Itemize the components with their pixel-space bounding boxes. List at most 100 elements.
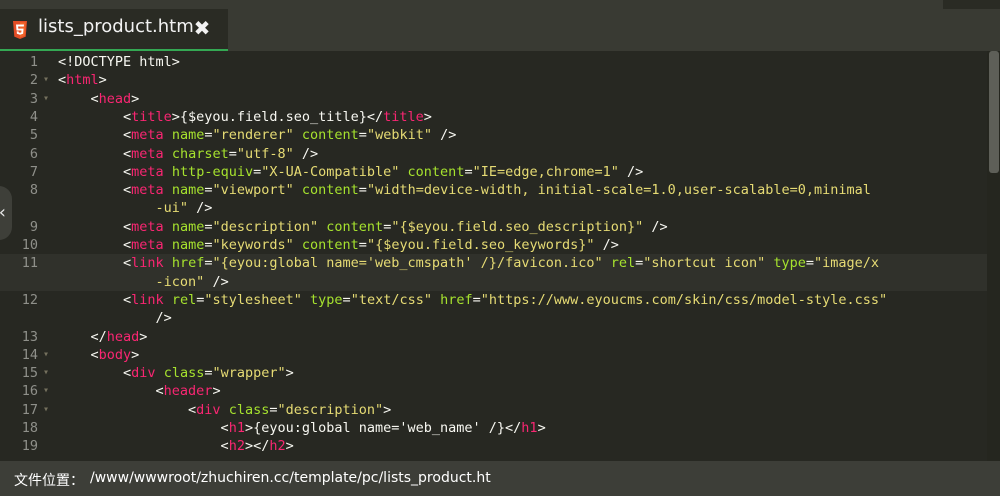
code-line[interactable]: 5 <meta name="renderer" content="webkit"… (0, 126, 987, 144)
fold-arrow-icon[interactable]: ▾ (40, 346, 52, 364)
code-line[interactable]: 8 <meta name="viewport" content="width=d… (0, 181, 987, 199)
code-token: < (58, 420, 229, 436)
code-line[interactable]: 10 <meta name="keywords" content="{$eyou… (0, 236, 987, 254)
fold-arrow-icon[interactable]: ▾ (40, 71, 52, 89)
code-text: <header> (58, 382, 221, 400)
code-token: < (58, 218, 132, 235)
code-line[interactable]: 9 <meta name="description" content="{$ey… (0, 218, 987, 236)
line-number: 7 (29, 163, 38, 180)
code-text: <div class="description"> (58, 401, 391, 419)
code-text: /> (58, 309, 172, 327)
code-line[interactable]: 15 ▾ <div class="wrapper"> (0, 364, 987, 382)
code-token: /> (188, 200, 213, 217)
code-token: /> (643, 218, 668, 235)
code-line[interactable]: 11 <link href = "{eyou:global name='web_cm… (0, 254, 987, 273)
file-location-label: 文件位置： (14, 473, 84, 489)
status-bar: 文件位置： /www/wwwroot/zhuchiren.cc/template… (0, 461, 1000, 496)
line-number: 4 (29, 108, 38, 125)
code-text: -ui" /> (58, 199, 213, 217)
code-token: content (326, 218, 384, 235)
code-token: < (58, 72, 67, 89)
code-token: "utf-8" (236, 145, 294, 162)
fold-arrow-icon[interactable]: ▾ (40, 382, 52, 400)
code-line[interactable]: 3 ▾ <head> (0, 90, 987, 108)
code-token: "description" (277, 401, 384, 418)
code-token: "https://www.eyoucms.com/skin/css/model-… (480, 291, 888, 308)
code-line-wrap[interactable]: -icon" /> (0, 272, 987, 291)
code-token: < (58, 90, 99, 107)
code-line-wrap[interactable]: -ui" /> (0, 199, 987, 217)
fold-arrow-icon[interactable]: ▾ (40, 90, 52, 108)
code-token: > (131, 346, 140, 363)
code-token: < (58, 383, 164, 400)
code-token: /> (431, 127, 457, 144)
code-token: < (58, 365, 132, 382)
code-token: name (171, 218, 205, 235)
code-token: /> (58, 310, 172, 327)
code-token: header (163, 383, 213, 400)
code-text: <meta http-equiv="X-UA-Compatible" conte… (58, 163, 643, 181)
close-icon[interactable]: ✖ (191, 15, 213, 41)
code-token: /> (618, 163, 644, 180)
code-token: charset (171, 145, 229, 162)
fold-arrow-icon[interactable]: ▾ (40, 401, 52, 419)
code-token: >{eyou:global name='web_name' /}</ (244, 420, 522, 436)
code-token: name (171, 182, 205, 199)
code-text: <h1>{eyou:global name='web_name' /}</h1> (58, 419, 546, 437)
chevron-left-icon[interactable]: ‹ (0, 186, 12, 240)
code-text: <body> (58, 346, 140, 364)
code-line[interactable]: 2 ▾ <html> (0, 71, 987, 89)
code-line-wrap[interactable]: /> (0, 309, 987, 327)
code-token: rel (171, 291, 197, 308)
code-line[interactable]: 7 <meta http-equiv="X-UA-Compatible" con… (0, 163, 987, 181)
code-line[interactable]: 6 <meta charset="utf-8" /> (0, 145, 987, 163)
code-token: "description" (212, 218, 319, 235)
code-line[interactable]: 13 </head> (0, 328, 987, 346)
code-token: head (106, 328, 140, 345)
code-token: /> (204, 273, 229, 290)
fold-arrow-icon[interactable]: ▾ (40, 364, 52, 382)
scrollbar-thumb[interactable] (989, 51, 999, 173)
code-token: <!DOCTYPE html> (58, 54, 180, 70)
code-token: class (163, 365, 205, 382)
vertical-scrollbar[interactable] (987, 51, 1000, 461)
tab-lists-product[interactable]: lists_product.htm ✖ (0, 9, 228, 51)
line-number: 15 (21, 365, 38, 382)
code-token: meta (131, 218, 164, 235)
code-token: class (228, 401, 270, 418)
code-token: "text/css" (350, 291, 432, 308)
code-token: http-equiv (171, 163, 254, 180)
code-editor[interactable]: 1 <!DOCTYPE html> 2 ▾ <html> 3 ▾ <head> 4 <titl… (0, 51, 1000, 461)
code-token: < (58, 291, 132, 308)
code-token: < (58, 163, 132, 180)
code-line[interactable]: 14 ▾ <body> (0, 346, 987, 364)
tab-title: lists_product.htm (38, 16, 194, 37)
code-text: <link href = "{eyou:global name='web_cmspa… (58, 254, 879, 272)
code-line[interactable]: 18 <h1>{eyou:global name='web_name' /}</… (0, 419, 987, 437)
code-line[interactable]: 17 ▾ <div class="description"> (0, 401, 987, 419)
code-token: < (58, 255, 132, 272)
code-line[interactable]: 1 <!DOCTYPE html> (0, 53, 987, 71)
code-token: meta (131, 237, 164, 253)
code-token: "shortcut icon" (643, 255, 766, 272)
code-token: -ui" (58, 200, 189, 217)
code-line[interactable]: 16 ▾ <header> (0, 382, 987, 400)
code-line[interactable]: 12 <link rel="stylesheet" type="text/css… (0, 291, 987, 309)
code-token: div (131, 365, 156, 382)
code-line[interactable]: 4 <title>{$eyou.field.seo_title}</title> (0, 108, 987, 126)
code-text: <meta charset="utf-8" /> (58, 145, 318, 163)
code-token: href (440, 291, 473, 308)
code-line[interactable]: 19 <h2></h2> (0, 437, 987, 455)
code-token: "keywords" (212, 237, 294, 253)
code-token: type (310, 291, 343, 308)
code-token: title (131, 108, 172, 125)
